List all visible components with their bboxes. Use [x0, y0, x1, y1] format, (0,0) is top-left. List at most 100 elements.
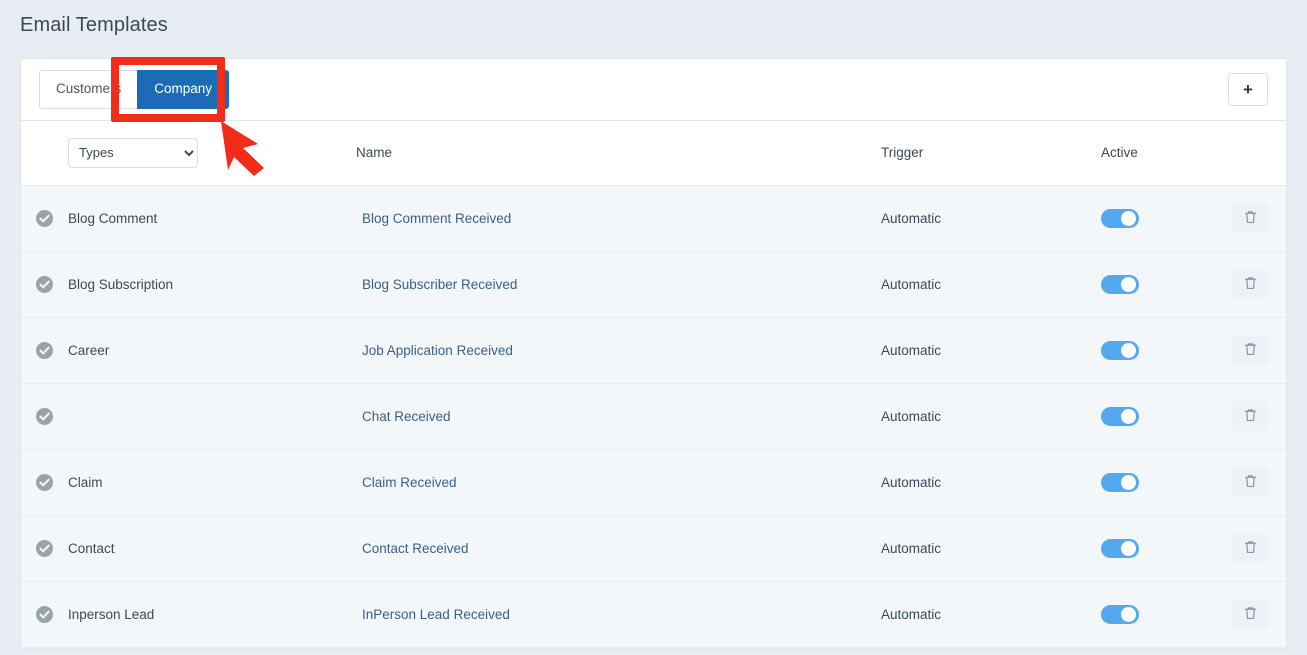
types-filter-select[interactable]: Types — [68, 137, 198, 168]
active-toggle[interactable] — [1101, 538, 1139, 558]
trash-icon — [1244, 606, 1257, 623]
table-row: Inperson Lead InPerson Lead Received Autom… — [21, 581, 1286, 648]
row-type-cell: Blog Subscription — [68, 251, 356, 318]
trash-icon — [1244, 474, 1257, 491]
toggle-knob — [1121, 540, 1136, 556]
toggle-knob — [1121, 276, 1136, 292]
check-circle-icon[interactable] — [36, 341, 53, 359]
table-row: Career Job Application Received Automatic — [21, 317, 1286, 384]
row-active-cell — [1101, 317, 1231, 384]
active-toggle[interactable] — [1101, 274, 1139, 294]
row-type-label: Contact — [68, 540, 115, 556]
row-trigger-label: Automatic — [881, 474, 942, 490]
row-name-cell: Chat Received — [356, 383, 881, 450]
check-circle-icon[interactable] — [36, 605, 53, 623]
active-toggle[interactable] — [1101, 604, 1139, 624]
plus-icon: + — [1243, 80, 1253, 99]
row-status-cell — [21, 185, 68, 252]
row-status-cell — [21, 317, 68, 384]
row-type-label: Inperson Lead — [68, 606, 155, 622]
row-delete-cell — [1231, 581, 1286, 648]
template-name-link[interactable]: Chat Received — [356, 409, 451, 424]
header-active[interactable]: Active — [1101, 121, 1231, 186]
row-trigger-cell: Automatic — [881, 383, 1101, 450]
audience-tab-group: Customers Company — [39, 70, 230, 109]
template-name-link[interactable]: InPerson Lead Received — [356, 607, 510, 622]
header-type-filter: Types — [68, 121, 356, 186]
row-delete-cell — [1231, 251, 1286, 318]
toolbar: Customers Company + — [21, 59, 1286, 121]
delete-template-button[interactable] — [1231, 599, 1269, 629]
delete-template-button[interactable] — [1231, 203, 1269, 233]
delete-template-button[interactable] — [1231, 335, 1269, 365]
row-name-cell: Blog Subscriber Received — [356, 251, 881, 318]
row-active-cell — [1101, 581, 1231, 648]
row-trigger-cell: Automatic — [881, 251, 1101, 318]
tab-company[interactable]: Company — [137, 70, 230, 109]
row-type-cell — [68, 383, 356, 450]
active-toggle[interactable] — [1101, 208, 1139, 228]
check-circle-icon[interactable] — [36, 407, 53, 425]
toggle-knob — [1121, 210, 1136, 226]
delete-template-button[interactable] — [1231, 467, 1269, 497]
delete-template-button[interactable] — [1231, 269, 1269, 299]
email-templates-card: Customers Company + Types Name Trigger A… — [20, 58, 1287, 649]
template-name-link[interactable]: Contact Received — [356, 541, 469, 556]
row-delete-cell — [1231, 383, 1286, 450]
template-name-link[interactable]: Blog Comment Received — [356, 211, 511, 226]
table-head: Types Name Trigger Active — [21, 121, 1286, 186]
row-status-cell — [21, 581, 68, 648]
trash-icon — [1244, 540, 1257, 557]
delete-template-button[interactable] — [1231, 401, 1269, 431]
toggle-knob — [1121, 474, 1136, 490]
template-name-link[interactable]: Blog Subscriber Received — [356, 277, 517, 292]
row-trigger-cell: Automatic — [881, 317, 1101, 384]
header-trigger[interactable]: Trigger — [881, 121, 1101, 186]
row-trigger-cell: Automatic — [881, 185, 1101, 252]
delete-template-button[interactable] — [1231, 533, 1269, 563]
row-delete-cell — [1231, 515, 1286, 582]
row-active-cell — [1101, 383, 1231, 450]
row-active-cell — [1101, 449, 1231, 516]
row-active-cell — [1101, 185, 1231, 252]
check-circle-icon[interactable] — [36, 539, 53, 557]
toggle-knob — [1121, 408, 1136, 424]
row-type-cell: Inperson Lead — [68, 581, 356, 648]
template-name-link[interactable]: Job Application Received — [356, 343, 513, 358]
active-toggle[interactable] — [1101, 340, 1139, 360]
template-name-link[interactable]: Claim Received — [356, 475, 457, 490]
table-body: Blog Comment Blog Comment Received Automat… — [21, 185, 1286, 648]
row-status-cell — [21, 251, 68, 318]
row-type-cell: Claim — [68, 449, 356, 516]
table-header-row: Types Name Trigger Active — [21, 121, 1286, 186]
table-row: Chat Received Automatic — [21, 383, 1286, 450]
row-trigger-label: Automatic — [881, 540, 942, 556]
row-delete-cell — [1231, 449, 1286, 516]
trash-icon — [1244, 342, 1257, 359]
row-trigger-label: Automatic — [881, 606, 942, 622]
row-trigger-label: Automatic — [881, 276, 942, 292]
toggle-knob — [1121, 342, 1136, 358]
row-type-cell: Career — [68, 317, 356, 384]
header-name[interactable]: Name — [356, 121, 881, 186]
table-row: Claim Claim Received Automatic — [21, 449, 1286, 516]
toggle-knob — [1121, 606, 1136, 622]
active-toggle[interactable] — [1101, 406, 1139, 426]
row-type-cell: Contact — [68, 515, 356, 582]
row-active-cell — [1101, 515, 1231, 582]
row-status-cell — [21, 383, 68, 450]
check-circle-icon[interactable] — [36, 473, 53, 491]
table-row: Blog Comment Blog Comment Received Automat… — [21, 185, 1286, 252]
page-title: Email Templates — [20, 14, 168, 36]
tab-customers[interactable]: Customers — [39, 70, 139, 109]
row-type-cell: Blog Comment — [68, 185, 356, 252]
row-status-cell — [21, 449, 68, 516]
row-type-label: Blog Subscription — [68, 276, 174, 292]
active-toggle[interactable] — [1101, 472, 1139, 492]
add-template-button[interactable]: + — [1228, 73, 1268, 106]
check-circle-icon[interactable] — [36, 275, 53, 293]
row-type-label: Career — [68, 342, 110, 358]
row-name-cell: Blog Comment Received — [356, 185, 881, 252]
row-trigger-cell: Automatic — [881, 515, 1101, 582]
check-circle-icon[interactable] — [36, 209, 53, 227]
